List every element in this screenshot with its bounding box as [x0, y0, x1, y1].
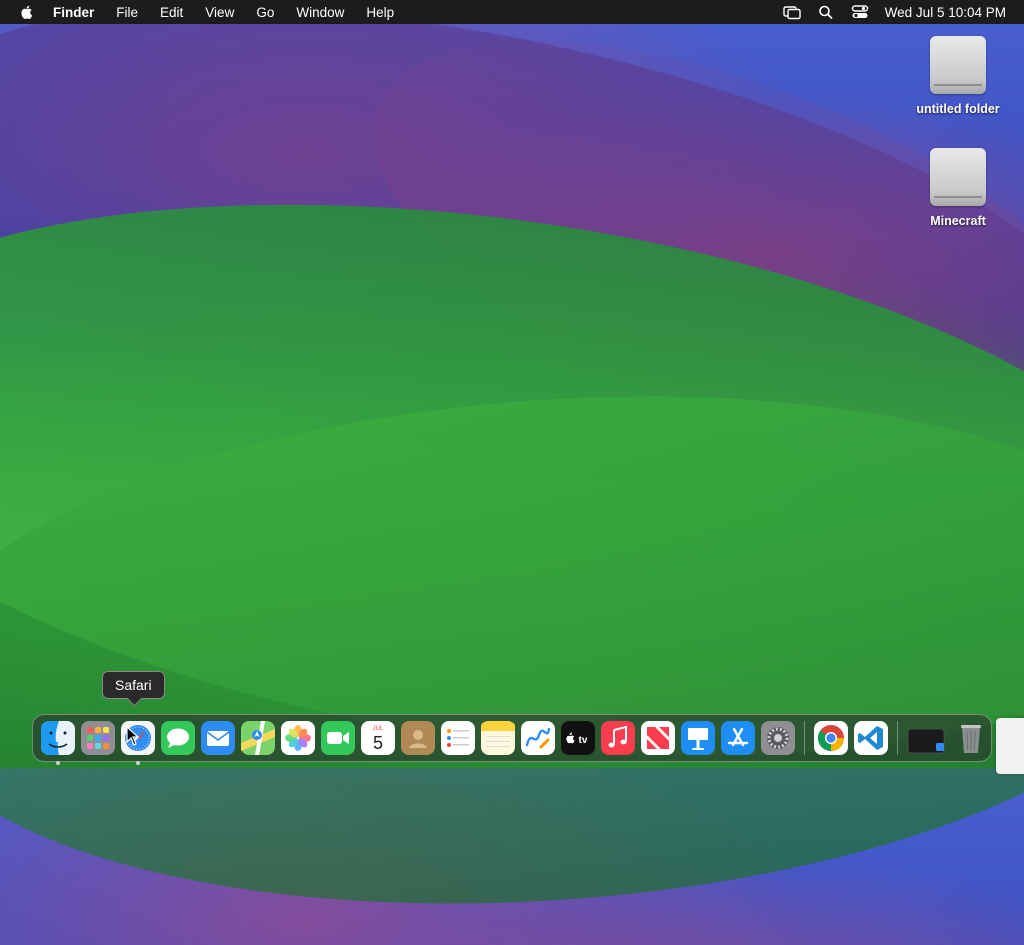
desktop-icon-label: untitled folder: [916, 102, 1000, 116]
desktop-icon-minecraft[interactable]: Minecraft: [908, 148, 1008, 228]
dock-system-settings[interactable]: [761, 721, 795, 755]
menu-window[interactable]: Window: [296, 5, 344, 20]
menu-bar: Finder File Edit View Go Window Help Wed…: [0, 0, 1024, 24]
messages-icon: [161, 721, 195, 755]
contacts-icon: [401, 721, 435, 755]
running-indicator: [56, 761, 60, 765]
menu-go[interactable]: Go: [256, 5, 274, 20]
facetime-icon: [321, 721, 355, 755]
menu-edit[interactable]: Edit: [160, 5, 183, 20]
menu-file[interactable]: File: [116, 5, 138, 20]
partial-window-corner: [996, 718, 1024, 774]
dock-app-store[interactable]: [721, 721, 755, 755]
control-center-icon[interactable]: [851, 4, 869, 20]
trash-icon: [961, 725, 981, 753]
search-icon[interactable]: [817, 4, 835, 20]
vscode-icon: [853, 721, 888, 755]
dock-separator: [804, 721, 805, 755]
dock-facetime[interactable]: [321, 721, 355, 755]
screen-mirroring-icon[interactable]: [782, 4, 801, 20]
app-store-icon: [721, 721, 755, 755]
dock-music[interactable]: [601, 721, 635, 755]
dock-calendar[interactable]: JUL 5: [361, 721, 395, 755]
keynote-icon: [681, 721, 715, 755]
dock: JUL 5 tv: [32, 714, 992, 765]
dock-photos[interactable]: [281, 721, 315, 755]
dock-separator: [896, 721, 897, 755]
finder-icon: [41, 721, 75, 755]
music-icon: [601, 721, 635, 755]
dock-reminders[interactable]: [441, 721, 475, 755]
dock-contacts[interactable]: [401, 721, 435, 755]
tv-icon: tv: [561, 721, 595, 755]
dock-mail[interactable]: [201, 721, 235, 755]
external-drive-icon: [930, 148, 986, 206]
calendar-day: 5: [373, 733, 383, 753]
apple-icon[interactable]: [19, 4, 35, 20]
menu-finder[interactable]: Finder: [53, 5, 94, 20]
dock-notes[interactable]: [481, 721, 515, 755]
dock-trash[interactable]: [954, 721, 988, 755]
calendar-month: JUL: [373, 726, 384, 732]
dock-keynote[interactable]: [681, 721, 715, 755]
external-drive-icon: [930, 36, 986, 94]
dock-finder[interactable]: [41, 721, 75, 765]
wallpaper-wave: [0, 355, 1024, 945]
photos-icon: [281, 721, 315, 755]
downloads-stack-icon: [907, 728, 945, 754]
calendar-icon: JUL 5: [361, 721, 395, 755]
news-icon: [641, 721, 675, 755]
mail-icon: [201, 721, 235, 755]
dock-messages[interactable]: [161, 721, 195, 755]
mouse-pointer-icon: [126, 726, 140, 746]
running-indicator: [136, 761, 140, 765]
launchpad-icon: [81, 721, 115, 755]
dock-news[interactable]: [641, 721, 675, 755]
maps-icon: [241, 721, 275, 755]
desktop-icon-label: Minecraft: [930, 214, 986, 228]
tv-label: tv: [579, 735, 588, 746]
dock-tooltip: Safari: [102, 671, 165, 699]
notes-icon: [481, 721, 515, 755]
menu-help[interactable]: Help: [366, 5, 394, 20]
desktop-icon-untitled-folder[interactable]: untitled folder: [908, 36, 1008, 116]
reminders-icon: [441, 721, 475, 755]
dock-google-chrome[interactable]: [813, 721, 848, 755]
menu-clock[interactable]: Wed Jul 5 10:04 PM: [885, 5, 1006, 20]
dock-maps[interactable]: [241, 721, 275, 755]
dock-tv[interactable]: tv: [561, 721, 595, 755]
wallpaper-wave: [0, 0, 1024, 586]
dock-freeform[interactable]: [521, 721, 555, 755]
dock-downloads[interactable]: [906, 721, 948, 755]
freeform-icon: [521, 721, 555, 755]
menu-view[interactable]: View: [205, 5, 234, 20]
dock-vscode[interactable]: [853, 721, 888, 755]
chrome-icon: [813, 721, 848, 755]
gear-icon: [761, 721, 795, 755]
dock-launchpad[interactable]: [81, 721, 115, 755]
